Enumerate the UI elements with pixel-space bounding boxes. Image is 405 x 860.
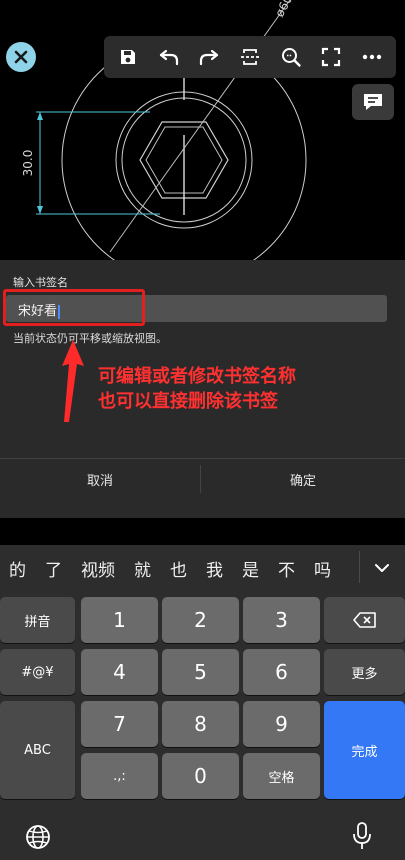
- save-icon: [121, 50, 136, 64]
- fullscreen-icon: [321, 47, 341, 67]
- close-icon: [14, 50, 28, 64]
- close-button[interactable]: [6, 42, 36, 72]
- cancel-button[interactable]: 取消: [0, 459, 200, 499]
- key-8[interactable]: 8: [162, 701, 239, 747]
- key-2[interactable]: 2: [162, 597, 239, 643]
- top-toolbar: [104, 36, 396, 78]
- undo-icon: [159, 49, 178, 66]
- key-4[interactable]: 4: [81, 649, 158, 695]
- key-9[interactable]: 9: [243, 701, 320, 747]
- done-key[interactable]: 完成: [324, 701, 405, 799]
- candidate-item[interactable]: 的: [0, 556, 36, 581]
- more-button[interactable]: [354, 39, 390, 75]
- more-icon: [362, 54, 381, 60]
- candidate-item[interactable]: 我: [197, 556, 233, 581]
- candidate-bar: 的 了 视频 就 也 我 是 不 吗: [0, 545, 405, 591]
- dimension-left: 30.0: [21, 150, 35, 177]
- microphone-icon: [353, 822, 371, 849]
- space-key[interactable]: 空格: [243, 753, 320, 799]
- keyboard: 的 了 视频 就 也 我 是 不 吗 拼音 1 2 3 #@¥ 4 5 6 更多…: [0, 545, 405, 860]
- redo-button[interactable]: [191, 39, 227, 75]
- key-6[interactable]: 6: [243, 649, 320, 695]
- microphone-button[interactable]: [350, 821, 374, 851]
- dialog-title: 输入书签名: [13, 276, 68, 289]
- undo-button[interactable]: [151, 39, 187, 75]
- annotation-text: 可编辑或者修改书签名称 也可以直接删除该书签: [98, 364, 296, 414]
- expand-candidates-button[interactable]: [362, 555, 402, 581]
- key-7[interactable]: 7: [81, 701, 158, 747]
- dimension-top: ø60: [272, 0, 295, 19]
- zoom-button[interactable]: [273, 39, 309, 75]
- annotation-line-1: 可编辑或者修改书签名称: [98, 366, 296, 387]
- globe-icon: [26, 825, 50, 849]
- key-punctuation[interactable]: .,:: [81, 753, 158, 799]
- backspace-key[interactable]: [324, 597, 405, 643]
- key-0[interactable]: 0: [162, 753, 239, 799]
- comment-button[interactable]: [352, 84, 394, 120]
- cad-canvas[interactable]: 30.0 ø60: [0, 0, 405, 260]
- key-more[interactable]: 更多: [324, 649, 405, 695]
- globe-button[interactable]: [24, 823, 52, 851]
- confirm-button[interactable]: 确定: [201, 459, 405, 499]
- key-5[interactable]: 5: [162, 649, 239, 695]
- keyboard-bottom-row: [0, 813, 405, 860]
- annotation-arrow: [62, 340, 84, 422]
- chevron-down-icon: [375, 564, 389, 572]
- redo-icon: [200, 49, 219, 66]
- zoom-icon: [281, 48, 301, 67]
- candidate-item[interactable]: 是: [233, 556, 269, 581]
- save-button[interactable]: [110, 39, 146, 75]
- section-button[interactable]: [232, 39, 268, 75]
- comment-icon: [364, 94, 382, 110]
- key-abc[interactable]: ABC: [0, 701, 75, 799]
- highlight-box: [3, 289, 145, 326]
- candidate-item[interactable]: 就: [125, 556, 161, 581]
- candidate-item[interactable]: 也: [161, 556, 197, 581]
- candidate-item[interactable]: 视频: [72, 556, 125, 581]
- key-symbols[interactable]: #@¥: [0, 649, 75, 695]
- key-pinyin[interactable]: 拼音: [0, 597, 75, 643]
- key-1[interactable]: 1: [81, 597, 158, 643]
- section-icon: [240, 49, 259, 65]
- candidate-separator: [359, 551, 360, 583]
- key-3[interactable]: 3: [243, 597, 320, 643]
- candidate-item[interactable]: 吗: [305, 556, 341, 581]
- backspace-icon: [352, 612, 376, 628]
- annotation-line-2: 也可以直接删除该书签: [98, 391, 278, 412]
- candidate-item[interactable]: 了: [36, 556, 72, 581]
- dialog-hint: 当前状态仍可平移或缩放视图。: [13, 332, 167, 345]
- fullscreen-button[interactable]: [313, 39, 349, 75]
- candidate-item[interactable]: 不: [269, 556, 305, 581]
